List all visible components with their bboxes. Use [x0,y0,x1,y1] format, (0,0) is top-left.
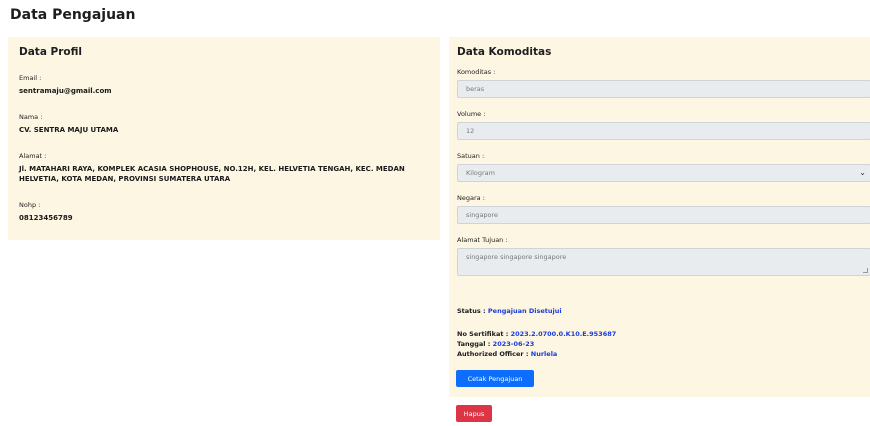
profile-panel-title: Data Profil [19,46,83,58]
cetak-pengajuan-button[interactable]: Cetak Pengajuan [456,370,534,387]
volume-field[interactable]: 12 [457,122,870,140]
alamat-tujuan-value: singapore singapore singapore [466,253,567,261]
status-block: Status : Pengajuan Disetujui No Sertifik… [457,307,616,359]
negara-label: Negara : [457,194,485,202]
satuan-selected-value: Kilogram [466,169,495,177]
nama-value: CV. SENTRA MAJU UTAMA [19,126,119,134]
tanggal-line: Tanggal : 2023-06-23 [457,339,616,349]
alamat-label: Alamat : [19,152,47,160]
alamat-value: Jl. MATAHARI RAYA, KOMPLEK ACASIA SHOPHO… [19,164,429,184]
satuan-select[interactable]: Kilogram ⌄ [457,164,870,182]
officer-line: Authorized Officer : Nurlela [457,349,616,359]
komoditas-panel: Data Komoditas Komoditas : beras Volume … [449,37,870,397]
tanggal-value: 2023-06-23 [492,340,535,348]
sertifikat-line: No Sertifikat : 2023.2.0700.0.K10.E.9536… [457,329,616,339]
nama-label: Nama : [19,113,43,121]
volume-label: Volume : [457,110,486,118]
hapus-button[interactable]: Hapus [456,405,492,422]
profile-panel: Data Profil Email : sentramaju@gmail.com… [8,37,440,240]
resize-handle-icon[interactable] [863,268,868,273]
status-value: Pengajuan Disetujui [487,307,562,315]
alamat-line-2: HELVETIA, KOTA MEDAN, PROVINSI SUMATERA … [19,175,231,183]
nohp-label: Nohp : [19,201,41,209]
satuan-label: Satuan : [457,152,485,160]
alamat-tujuan-label: Alamat Tujuan : [457,236,508,244]
status-line: Status : Pengajuan Disetujui [457,307,616,315]
officer-label: Authorized Officer : [457,350,529,358]
komoditas-field[interactable]: beras [457,80,870,98]
email-value: sentramaju@gmail.com [19,87,112,95]
nohp-value: 08123456789 [19,214,73,222]
komoditas-panel-title: Data Komoditas [457,46,552,58]
officer-value: Nurlela [530,350,558,358]
status-label: Status : [457,307,486,315]
komoditas-label: Komoditas : [457,68,496,76]
negara-field[interactable]: singapore [457,206,870,224]
sertifikat-label: No Sertifikat : [457,330,509,338]
alamat-tujuan-textarea[interactable]: singapore singapore singapore [457,248,870,276]
tanggal-label: Tanggal : [457,340,491,348]
sertifikat-value: 2023.2.0700.0.K10.E.953687 [510,330,617,338]
email-label: Email : [19,74,42,82]
page-title: Data Pengajuan [10,7,136,23]
alamat-line-1: Jl. MATAHARI RAYA, KOMPLEK ACASIA SHOPHO… [19,165,405,173]
chevron-down-icon: ⌄ [859,168,866,177]
